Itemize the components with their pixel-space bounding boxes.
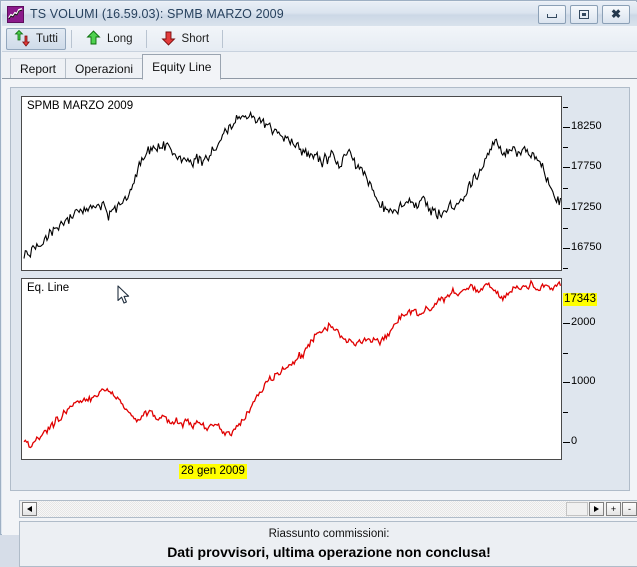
application-window: TS VOLUMI (16.59.03): SPMB MARZO 2009 ✖ … — [0, 0, 637, 567]
axis-major-tick — [563, 247, 570, 249]
axis-tick-label: 16750 — [571, 240, 602, 253]
toolbar-label-long: Long — [106, 32, 133, 45]
equity-chart-panel[interactable]: Eq. Line — [21, 278, 562, 460]
zoom-in-button[interactable]: + — [606, 502, 621, 516]
window-title: TS VOLUMI (16.59.03): SPMB MARZO 2009 — [30, 7, 284, 21]
toolbar-separator-3 — [222, 29, 224, 48]
commission-summary-label: Riassunto commissioni: — [268, 528, 390, 540]
scroll-left-button[interactable] — [22, 502, 37, 516]
axis-major-tick — [563, 322, 570, 324]
axis-minor-tick — [563, 412, 568, 414]
toolbar-separator-1 — [70, 29, 72, 48]
date-badge: 28 gen 2009 — [179, 464, 247, 479]
close-icon: ✖ — [610, 7, 622, 21]
axis-minor-tick — [563, 107, 568, 108]
equity-chart-title: Eq. Line — [27, 282, 70, 294]
axis-minor-tick — [563, 268, 568, 269]
commission-summary-message: Dati provvisori, ultima operazione non c… — [167, 544, 491, 560]
chart-frame: SPMB MARZO 2009 Eq. Line 16750 17250 17750… — [10, 87, 637, 567]
toolbar-separator-2 — [145, 29, 147, 48]
scrollbar-track[interactable] — [38, 501, 570, 517]
green-up-arrow-icon — [85, 30, 102, 47]
price-value-badge: 17343 — [563, 293, 597, 306]
toolbar-button-tutti[interactable]: Tutti — [6, 27, 66, 50]
tab-strip: Report Operazioni Equity Line — [2, 52, 637, 80]
tab-equity-line[interactable]: Equity Line — [142, 54, 222, 80]
axis-major-tick — [563, 207, 570, 209]
equity-chart-plot — [23, 279, 561, 449]
price-chart-panel[interactable]: SPMB MARZO 2009 — [21, 96, 562, 271]
minimize-button[interactable] — [538, 4, 566, 24]
scroll-right-icon — [594, 506, 599, 512]
price-chart-title: SPMB MARZO 2009 — [27, 100, 134, 112]
zoom-out-button[interactable]: - — [622, 502, 637, 516]
minimize-icon — [547, 13, 557, 18]
toolbar-label-tutti: Tutti — [36, 32, 58, 45]
scroll-right-button[interactable] — [589, 502, 604, 516]
toolbar-button-long[interactable]: Long — [77, 28, 141, 50]
axis-major-tick — [563, 167, 570, 169]
price-axis: 16750 17250 17750 18250 — [563, 96, 633, 271]
chart-line-icon — [7, 5, 24, 23]
axis-minor-tick — [563, 227, 568, 229]
scrollbar-thumb[interactable] — [566, 502, 588, 516]
axis-major-tick — [563, 442, 570, 444]
commission-summary: Riassunto commissioni: Dati provvisori, … — [19, 521, 637, 567]
axis-minor-tick — [563, 147, 568, 149]
scroll-left-icon — [27, 506, 32, 512]
axis-tick-label: 17750 — [571, 160, 602, 173]
axis-tick-label: 18250 — [571, 120, 602, 133]
up-down-arrow-icon — [14, 29, 31, 47]
axis-tick-label: 1000 — [571, 375, 596, 388]
toolbar: Tutti Long Short — [2, 26, 637, 52]
toolbar-button-short[interactable]: Short — [152, 28, 218, 50]
axis-major-tick — [563, 127, 570, 129]
window-controls: ✖ — [538, 4, 630, 24]
axis-major-tick — [563, 382, 570, 384]
axis-tick-label: 17250 — [571, 200, 602, 213]
axis-tick-label: 0 — [571, 435, 578, 448]
client-area: SPMB MARZO 2009 Eq. Line 16750 17250 17750… — [2, 79, 637, 567]
chart-scrollbar[interactable]: + - — [19, 500, 637, 518]
maximize-icon — [579, 9, 589, 19]
toolbar-label-short: Short — [181, 32, 210, 45]
tab-report[interactable]: Report — [10, 58, 67, 80]
title-bar: TS VOLUMI (16.59.03): SPMB MARZO 2009 ✖ — [2, 2, 637, 27]
axis-minor-tick — [563, 352, 568, 354]
axis-minor-tick — [563, 187, 568, 189]
price-chart-plot — [23, 110, 561, 259]
red-down-arrow-icon — [160, 30, 177, 47]
tab-operazioni[interactable]: Operazioni — [65, 58, 144, 80]
axis-tick-label: 2000 — [571, 315, 596, 328]
maximize-button[interactable] — [570, 4, 598, 24]
close-button[interactable]: ✖ — [602, 4, 630, 24]
